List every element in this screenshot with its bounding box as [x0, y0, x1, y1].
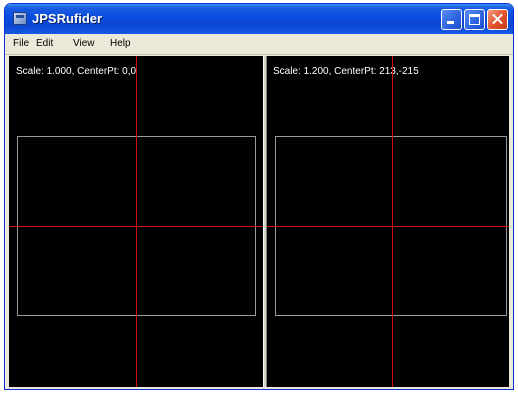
minimize-icon	[447, 21, 454, 24]
title-bar[interactable]: JPSRufider	[5, 4, 513, 34]
right-view-info: Scale: 1.200, CenterPt: 213,-215	[273, 66, 419, 77]
close-button[interactable]	[487, 9, 508, 30]
left-view-info: Scale: 1.000, CenterPt: 0,0	[16, 66, 137, 77]
left-view-pane[interactable]: Scale: 1.000, CenterPt: 0,0	[9, 56, 263, 387]
window-title: JPSRufider	[32, 11, 103, 26]
app-window-icon[interactable]	[13, 12, 27, 25]
left-vertical-axis	[136, 56, 137, 387]
menu-bar: File Edit View Help	[5, 34, 513, 55]
app-window: JPSRufider File Edit View Help Scale: 1.…	[4, 3, 514, 390]
menu-file[interactable]: File	[13, 38, 29, 49]
maximize-icon	[469, 14, 480, 25]
menu-view[interactable]: View	[73, 38, 95, 49]
menu-edit[interactable]: Edit	[36, 38, 53, 49]
left-horizontal-axis	[9, 226, 263, 227]
right-horizontal-axis	[267, 226, 509, 227]
close-icon	[488, 10, 507, 29]
right-view-pane[interactable]: Scale: 1.200, CenterPt: 213,-215	[267, 56, 509, 387]
client-area: Scale: 1.000, CenterPt: 0,0 Scale: 1.200…	[9, 56, 509, 387]
menu-help[interactable]: Help	[110, 38, 131, 49]
right-vertical-axis	[392, 56, 393, 387]
maximize-button[interactable]	[464, 9, 485, 30]
minimize-button[interactable]	[441, 9, 462, 30]
